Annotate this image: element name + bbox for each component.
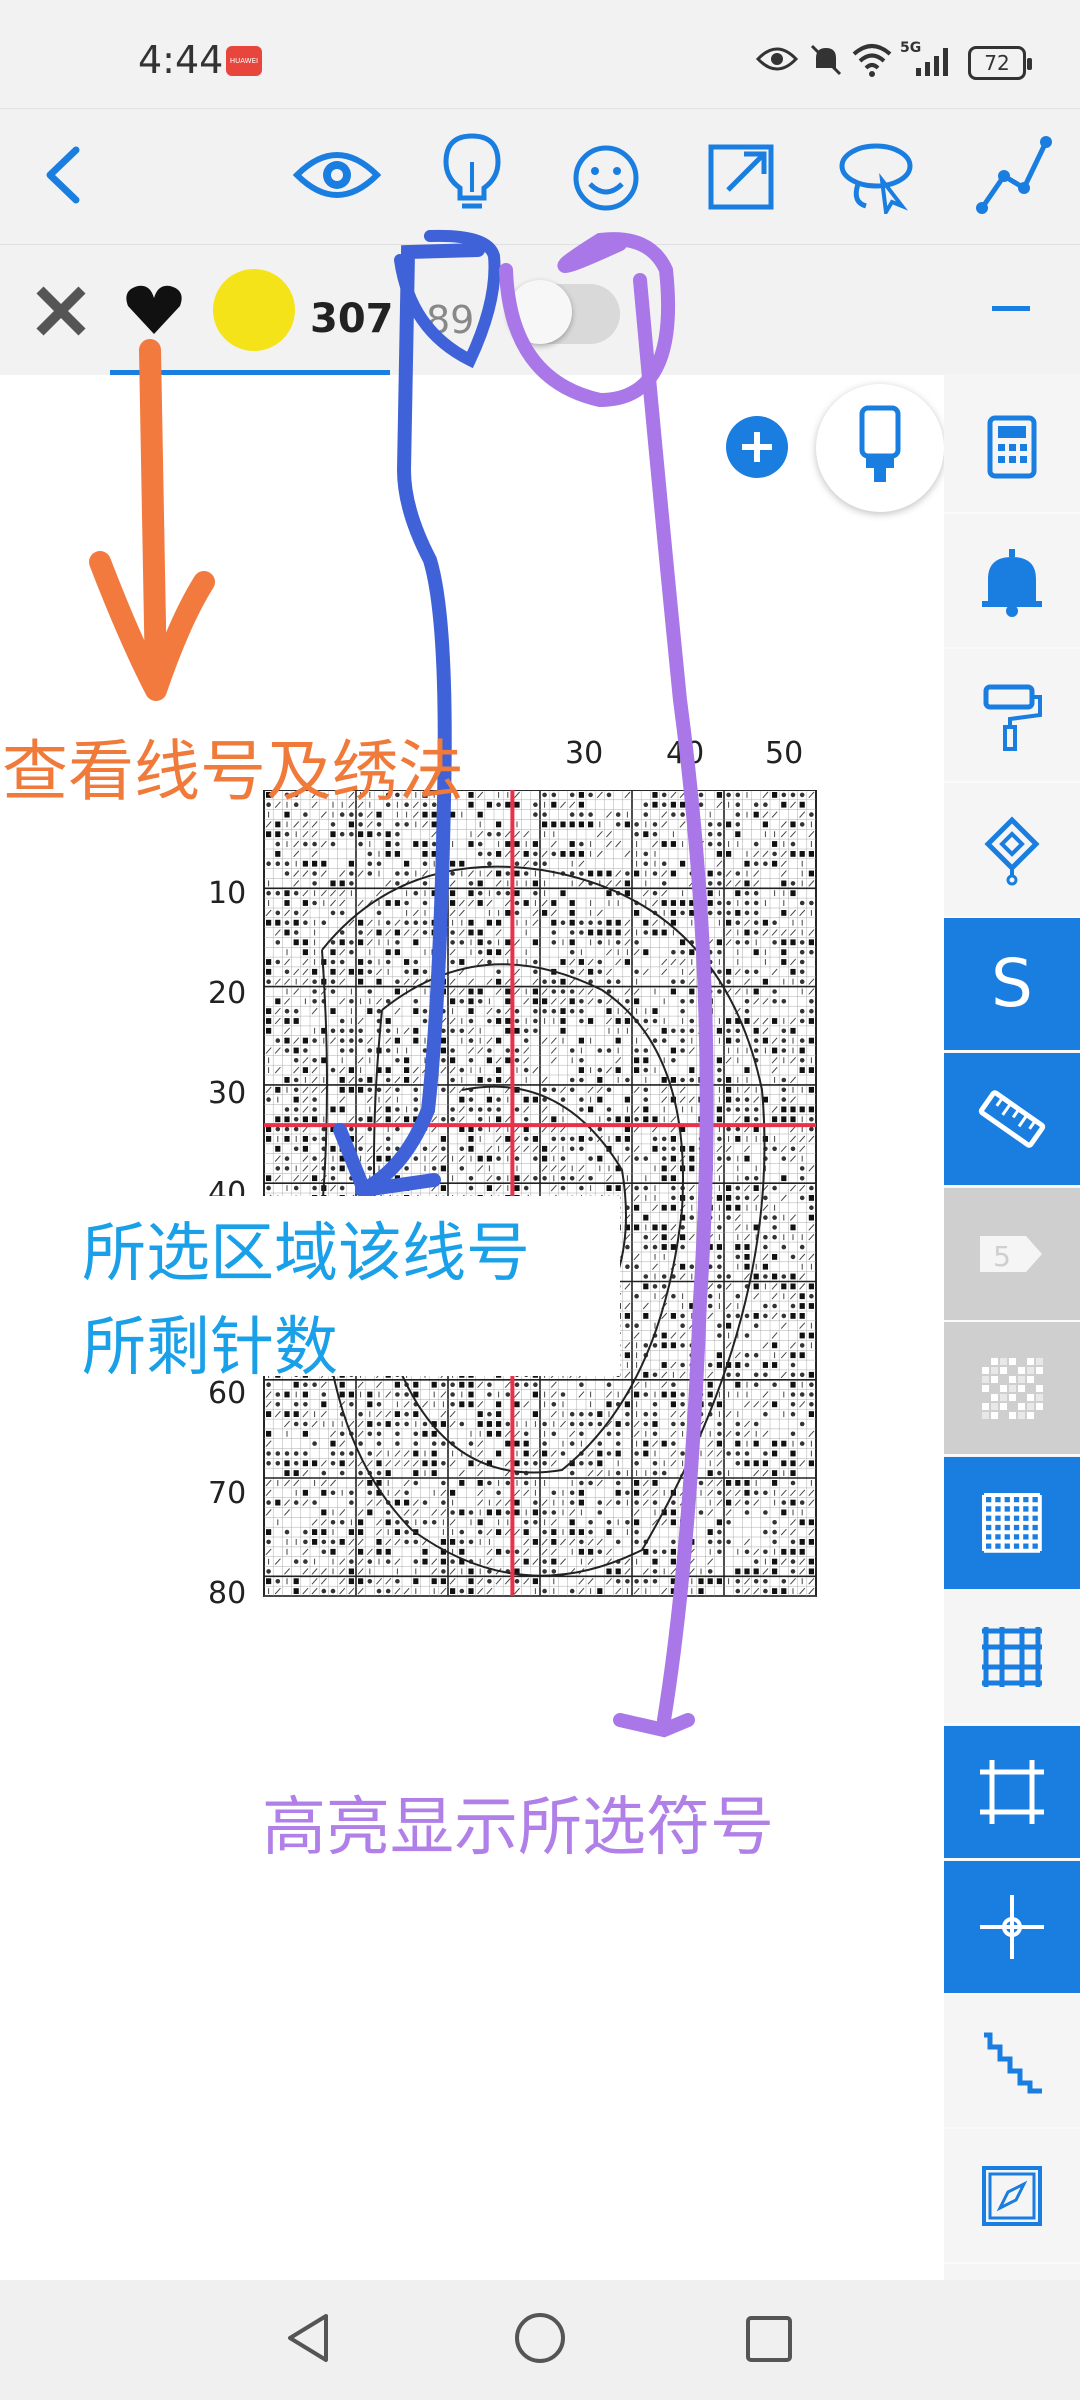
tool-button-checker[interactable]	[944, 1322, 1080, 1456]
tool-button-fine-grid[interactable]	[944, 1457, 1080, 1591]
svg-text:S: S	[991, 948, 1033, 1020]
frame-icon	[980, 1760, 1044, 1824]
bell-icon	[982, 549, 1042, 617]
paint-roller-icon	[983, 684, 1042, 751]
calculator-icon	[987, 415, 1037, 479]
tool-button-tag[interactable]: 5	[944, 1188, 1080, 1322]
annotation-view-thread: 查看线号及绣法	[2, 733, 464, 810]
nav-recents-icon[interactable]	[744, 2314, 794, 2364]
tool-button-s[interactable]: S	[944, 918, 1080, 1052]
tag-icon: 5	[980, 1236, 1042, 1273]
crosshair-icon	[980, 1895, 1044, 1959]
nav-home-icon[interactable]	[512, 2310, 568, 2366]
annotation-remaining-line1: 所选区域该线号	[82, 1217, 530, 1291]
annotation-remaining-line2: 所剩针数	[82, 1311, 338, 1385]
tool-button-crosshair[interactable]	[944, 1861, 1080, 1995]
checker-icon	[982, 1358, 1043, 1419]
tool-button-compass[interactable]	[944, 2130, 1080, 2264]
tool-button-stairs[interactable]	[944, 1995, 1080, 2129]
tool-button-ruler[interactable]	[944, 1053, 1080, 1187]
tool-button-calculator[interactable]	[944, 380, 1080, 514]
fine-grid-icon	[982, 1493, 1042, 1553]
s-icon: S	[991, 948, 1033, 1020]
nav-back-icon[interactable]	[282, 2310, 334, 2366]
tool-button-frame[interactable]	[944, 1726, 1080, 1860]
compass-icon	[982, 2166, 1042, 2226]
ruler-icon	[978, 1090, 1046, 1148]
tool-button-bell[interactable]	[944, 515, 1080, 649]
tool-button-grid[interactable]	[944, 1591, 1080, 1725]
stairs-icon	[984, 2032, 1042, 2094]
svg-text:5: 5	[993, 1240, 1011, 1273]
tool-button-diamond-pin[interactable]	[944, 784, 1080, 918]
annotation-highlight-symbol: 高亮显示所选符号	[262, 1791, 774, 1865]
tool-button-paint-roller[interactable]	[944, 649, 1080, 783]
grid-icon	[982, 1627, 1042, 1687]
diamond-pin-icon	[984, 816, 1040, 886]
